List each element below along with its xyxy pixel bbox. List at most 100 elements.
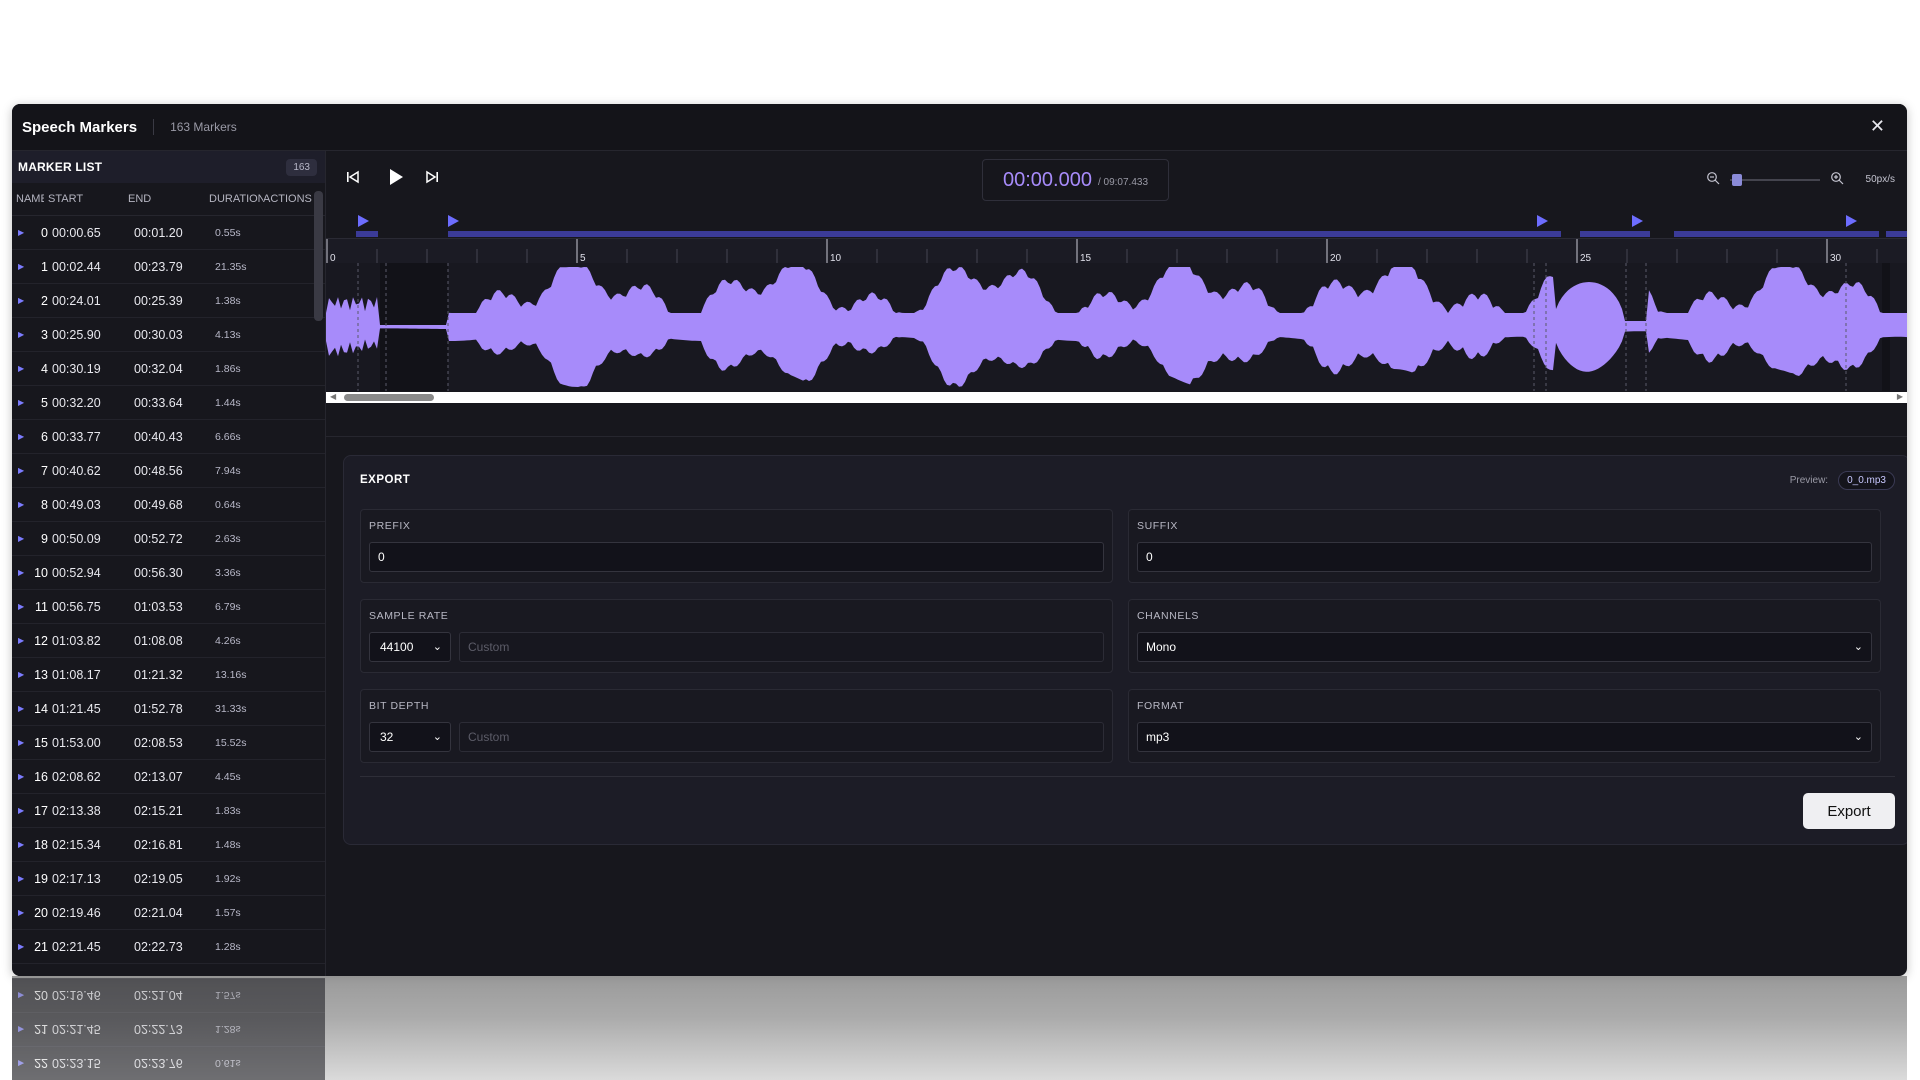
marker-name: 5 bbox=[41, 395, 48, 410]
expand-caret-icon[interactable]: ▶ bbox=[18, 704, 26, 713]
sidebar-scrollbar[interactable] bbox=[314, 191, 323, 321]
marker-row[interactable]: ▶ 14 01:21.45 01:52.78 31.33s bbox=[12, 692, 325, 726]
expand-caret-icon[interactable]: ▶ bbox=[18, 330, 26, 339]
skip-back-icon[interactable] bbox=[345, 169, 361, 188]
col-duration[interactable]: DURATION bbox=[209, 193, 263, 205]
expand-caret-icon[interactable]: ▶ bbox=[18, 991, 26, 1000]
timeline-scroll-thumb[interactable] bbox=[344, 394, 434, 401]
expand-caret-icon[interactable]: ▶ bbox=[18, 670, 26, 679]
scroll-left-icon[interactable]: ◀ bbox=[330, 392, 336, 401]
marker-row[interactable]: ▶ 10 00:52.94 00:56.30 3.36s bbox=[12, 556, 325, 590]
sample-rate-select[interactable]: 44100 ⌄ bbox=[369, 632, 451, 662]
expand-caret-icon[interactable]: ▶ bbox=[18, 772, 26, 781]
marker-flag-icon[interactable] bbox=[1537, 215, 1548, 227]
col-name[interactable]: NAME bbox=[16, 193, 44, 205]
expand-caret-icon[interactable]: ▶ bbox=[18, 1059, 26, 1068]
expand-caret-icon[interactable]: ▶ bbox=[18, 466, 26, 475]
expand-caret-icon[interactable]: ▶ bbox=[18, 262, 26, 271]
marker-row[interactable]: ▶ 7 00:40.62 00:48.56 7.94s bbox=[12, 454, 325, 488]
marker-row[interactable]: ▶2202:23.1502:23.760.61s bbox=[12, 1046, 325, 1080]
region-bar bbox=[1886, 231, 1907, 237]
time-ruler[interactable]: 0 5 10 15 20 25 30 bbox=[326, 238, 1907, 264]
marker-row[interactable]: ▶ 15 01:53.00 02:08.53 15.52s bbox=[12, 726, 325, 760]
zoom-slider[interactable] bbox=[1729, 173, 1820, 186]
marker-start: 00:56.75 bbox=[52, 599, 101, 614]
expand-caret-icon[interactable]: ▶ bbox=[18, 1025, 26, 1034]
marker-row[interactable]: ▶ 21 02:21.45 02:22.73 1.28s bbox=[12, 930, 325, 964]
marker-row[interactable]: ▶ 4 00:30.19 00:32.04 1.86s bbox=[12, 352, 325, 386]
marker-row[interactable]: ▶ 19 02:17.13 02:19.05 1.92s bbox=[12, 862, 325, 896]
suffix-input[interactable]: 0 bbox=[1137, 542, 1872, 572]
expand-caret-icon[interactable]: ▶ bbox=[18, 942, 26, 951]
marker-row[interactable]: ▶ 8 00:49.03 00:49.68 0.64s bbox=[12, 488, 325, 522]
total-time: / 09:07.433 bbox=[1097, 176, 1149, 188]
zoom-in-icon[interactable] bbox=[1830, 171, 1844, 188]
format-field: FORMAT mp3 ⌄ bbox=[1128, 689, 1881, 763]
marker-row[interactable]: ▶ 21 02:21.45 02:22.73 1.28s bbox=[12, 1012, 325, 1046]
prefix-input[interactable]: 0 bbox=[369, 542, 1104, 572]
expand-caret-icon[interactable]: ▶ bbox=[18, 874, 26, 883]
marker-row[interactable]: ▶ 20 02:19.46 02:21.04 1.57s bbox=[12, 978, 325, 1012]
expand-caret-icon[interactable]: ▶ bbox=[18, 364, 26, 373]
marker-row[interactable]: ▶ 0 00:00.65 00:01.20 0.55s bbox=[12, 216, 325, 250]
marker-name: 21 bbox=[34, 1022, 48, 1037]
waveform[interactable] bbox=[326, 263, 1907, 391]
expand-caret-icon[interactable]: ▶ bbox=[18, 228, 26, 237]
marker-row[interactable]: ▶ 13 01:08.17 01:21.32 13.16s bbox=[12, 658, 325, 692]
scroll-right-icon[interactable]: ▶ bbox=[1897, 392, 1903, 401]
expand-caret-icon[interactable]: ▶ bbox=[18, 908, 26, 917]
marker-row[interactable]: ▶ 11 00:56.75 01:03.53 6.79s bbox=[12, 590, 325, 624]
marker-row[interactable]: ▶ 16 02:08.62 02:13.07 4.45s bbox=[12, 760, 325, 794]
marker-row[interactable]: ▶ 18 02:15.34 02:16.81 1.48s bbox=[12, 828, 325, 862]
marker-row[interactable]: ▶ 20 02:19.46 02:21.04 1.57s bbox=[12, 896, 325, 930]
close-icon[interactable]: ✕ bbox=[1870, 116, 1885, 137]
marker-row[interactable]: ▶ 1 00:02.44 00:23.79 21.35s bbox=[12, 250, 325, 284]
marker-end: 00:25.39 bbox=[134, 293, 183, 308]
marker-flag-icon[interactable] bbox=[358, 215, 369, 227]
expand-caret-icon[interactable]: ▶ bbox=[18, 738, 26, 747]
skip-forward-icon[interactable] bbox=[424, 169, 440, 188]
marker-start: 00:32.20 bbox=[52, 395, 101, 410]
expand-caret-icon[interactable]: ▶ bbox=[18, 534, 26, 543]
marker-name: 21 bbox=[34, 939, 48, 954]
expand-caret-icon[interactable]: ▶ bbox=[18, 296, 26, 305]
marker-start: 00:49.03 bbox=[52, 497, 101, 512]
bit-depth-custom-input[interactable]: Custom bbox=[459, 722, 1104, 752]
chevron-down-icon: ⌄ bbox=[1853, 641, 1863, 653]
col-end[interactable]: END bbox=[128, 193, 209, 205]
expand-caret-icon[interactable]: ▶ bbox=[18, 840, 26, 849]
zoom-out-icon[interactable] bbox=[1706, 171, 1720, 188]
marker-row[interactable]: ▶ 2 00:24.01 00:25.39 1.38s bbox=[12, 284, 325, 318]
marker-flag-icon[interactable] bbox=[1632, 215, 1643, 227]
play-icon[interactable] bbox=[386, 167, 406, 190]
marker-list-header: MARKER LIST 163 bbox=[12, 151, 325, 183]
marker-row[interactable]: ▶ 5 00:32.20 00:33.64 1.44s bbox=[12, 386, 325, 420]
expand-caret-icon[interactable]: ▶ bbox=[18, 806, 26, 815]
bit-depth-value: 32 bbox=[380, 730, 394, 744]
expand-caret-icon[interactable]: ▶ bbox=[18, 568, 26, 577]
marker-row[interactable]: ▶ 3 00:25.90 00:30.03 4.13s bbox=[12, 318, 325, 352]
zoom-slider-knob[interactable] bbox=[1731, 173, 1742, 186]
format-select[interactable]: mp3 ⌄ bbox=[1137, 722, 1872, 752]
marker-flag-icon[interactable] bbox=[1846, 215, 1857, 227]
sample-rate-custom-input[interactable]: Custom bbox=[459, 632, 1104, 662]
marker-row[interactable]: ▶ 12 01:03.82 01:08.08 4.26s bbox=[12, 624, 325, 658]
marker-duration: 1.83s bbox=[215, 804, 241, 817]
marker-row[interactable]: ▶2202:23.1502:23.760.61s bbox=[12, 964, 325, 977]
marker-count-badge: 163 bbox=[286, 158, 317, 176]
expand-caret-icon[interactable]: ▶ bbox=[18, 398, 26, 407]
bit-depth-select[interactable]: 32 ⌄ bbox=[369, 722, 451, 752]
expand-caret-icon[interactable]: ▶ bbox=[18, 432, 26, 441]
col-start[interactable]: START bbox=[48, 193, 128, 205]
marker-flag-icon[interactable] bbox=[448, 215, 459, 227]
export-button[interactable]: Export bbox=[1803, 793, 1895, 829]
expand-caret-icon[interactable]: ▶ bbox=[18, 602, 26, 611]
marker-row[interactable]: ▶ 6 00:33.77 00:40.43 6.66s bbox=[12, 420, 325, 454]
marker-row[interactable]: ▶ 9 00:50.09 00:52.72 2.63s bbox=[12, 522, 325, 556]
col-actions[interactable]: ACTIONS bbox=[263, 193, 313, 205]
timeline-scrollbar[interactable]: ◀ ▶ bbox=[326, 392, 1907, 403]
marker-row[interactable]: ▶ 17 02:13.38 02:15.21 1.83s bbox=[12, 794, 325, 828]
expand-caret-icon[interactable]: ▶ bbox=[18, 500, 26, 509]
channels-select[interactable]: Mono ⌄ bbox=[1137, 632, 1872, 662]
expand-caret-icon[interactable]: ▶ bbox=[18, 636, 26, 645]
